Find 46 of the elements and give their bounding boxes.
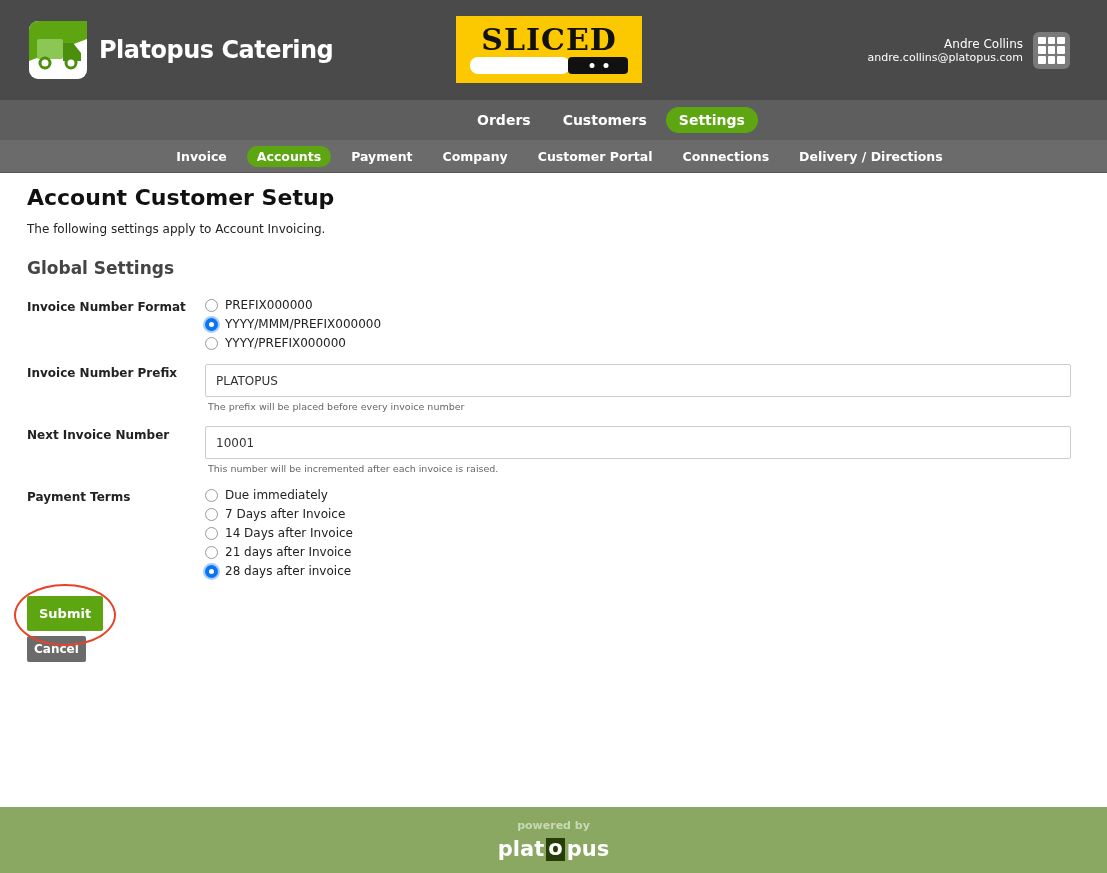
- nav-tab[interactable]: Customers: [549, 107, 660, 133]
- radio-option[interactable]: Due immediately: [205, 488, 1071, 502]
- sub-nav-tab[interactable]: Delivery / Directions: [789, 145, 953, 167]
- radio-option[interactable]: 21 days after Invoice: [205, 545, 1071, 559]
- radio-icon[interactable]: [205, 545, 218, 559]
- input-field[interactable]: PLATOPUS: [205, 364, 1071, 397]
- truck-icon: [29, 21, 87, 79]
- field-label: Invoice Number Format: [27, 299, 187, 316]
- radio-icon[interactable]: [205, 298, 218, 312]
- help-text: The prefix will be placed before every invoice number: [207, 401, 466, 412]
- radio-option[interactable]: 28 days after invoice: [205, 564, 1071, 578]
- nav-tab[interactable]: Orders: [464, 107, 544, 133]
- user-email: andre.collins@platopus.com: [867, 50, 1023, 64]
- sub-nav-tab[interactable]: Payment: [341, 145, 423, 167]
- radio-icon[interactable]: [205, 564, 218, 578]
- field-label: Payment Terms: [27, 489, 132, 506]
- radio-icon[interactable]: [205, 488, 218, 502]
- radio-icon[interactable]: [205, 507, 218, 521]
- page-intro: The following settings apply to Account Invoicing.: [27, 222, 327, 236]
- footer-logo-text: pus: [566, 839, 610, 860]
- radio-option[interactable]: YYYY/PREFIX000000: [205, 336, 1071, 350]
- radio-option[interactable]: PREFIX000000: [205, 298, 1071, 312]
- help-text: This number will be incremented after each invoice is raised.: [207, 463, 500, 474]
- user-name: Andre Collins: [944, 36, 1023, 51]
- radio-option[interactable]: 14 Days after Invoice: [205, 526, 1071, 540]
- field-label: Next Invoice Number: [27, 427, 171, 444]
- radio-icon[interactable]: [205, 526, 218, 540]
- page-title: Account Customer Setup: [27, 185, 336, 210]
- brand-name: Platopus Catering: [99, 36, 334, 64]
- sub-nav-tab[interactable]: Customer Portal: [527, 145, 663, 167]
- input-field[interactable]: 10001: [205, 426, 1071, 459]
- radio-icon[interactable]: [205, 336, 218, 350]
- footer-logo-text: plat: [497, 839, 545, 860]
- radio-option[interactable]: 7 Days after Invoice: [205, 507, 1071, 521]
- section-heading: Global Settings: [27, 258, 176, 278]
- footer-logo-mark: o: [546, 838, 565, 861]
- sub-nav-tab[interactable]: Connections: [672, 145, 780, 167]
- field-label: Invoice Number Prefix: [27, 365, 179, 382]
- partner-logo: SLICED: [456, 16, 642, 83]
- app-grid-icon[interactable]: [1033, 31, 1070, 69]
- sub-nav-tab[interactable]: Company: [432, 145, 518, 167]
- sub-nav-tab[interactable]: Invoice: [166, 145, 237, 167]
- powered-by-text: powered by: [517, 819, 590, 832]
- cancel-button[interactable]: Cancel: [27, 636, 86, 662]
- radio-option[interactable]: YYYY/MMM/PREFIX000000: [205, 317, 1071, 331]
- radio-icon[interactable]: [205, 317, 218, 331]
